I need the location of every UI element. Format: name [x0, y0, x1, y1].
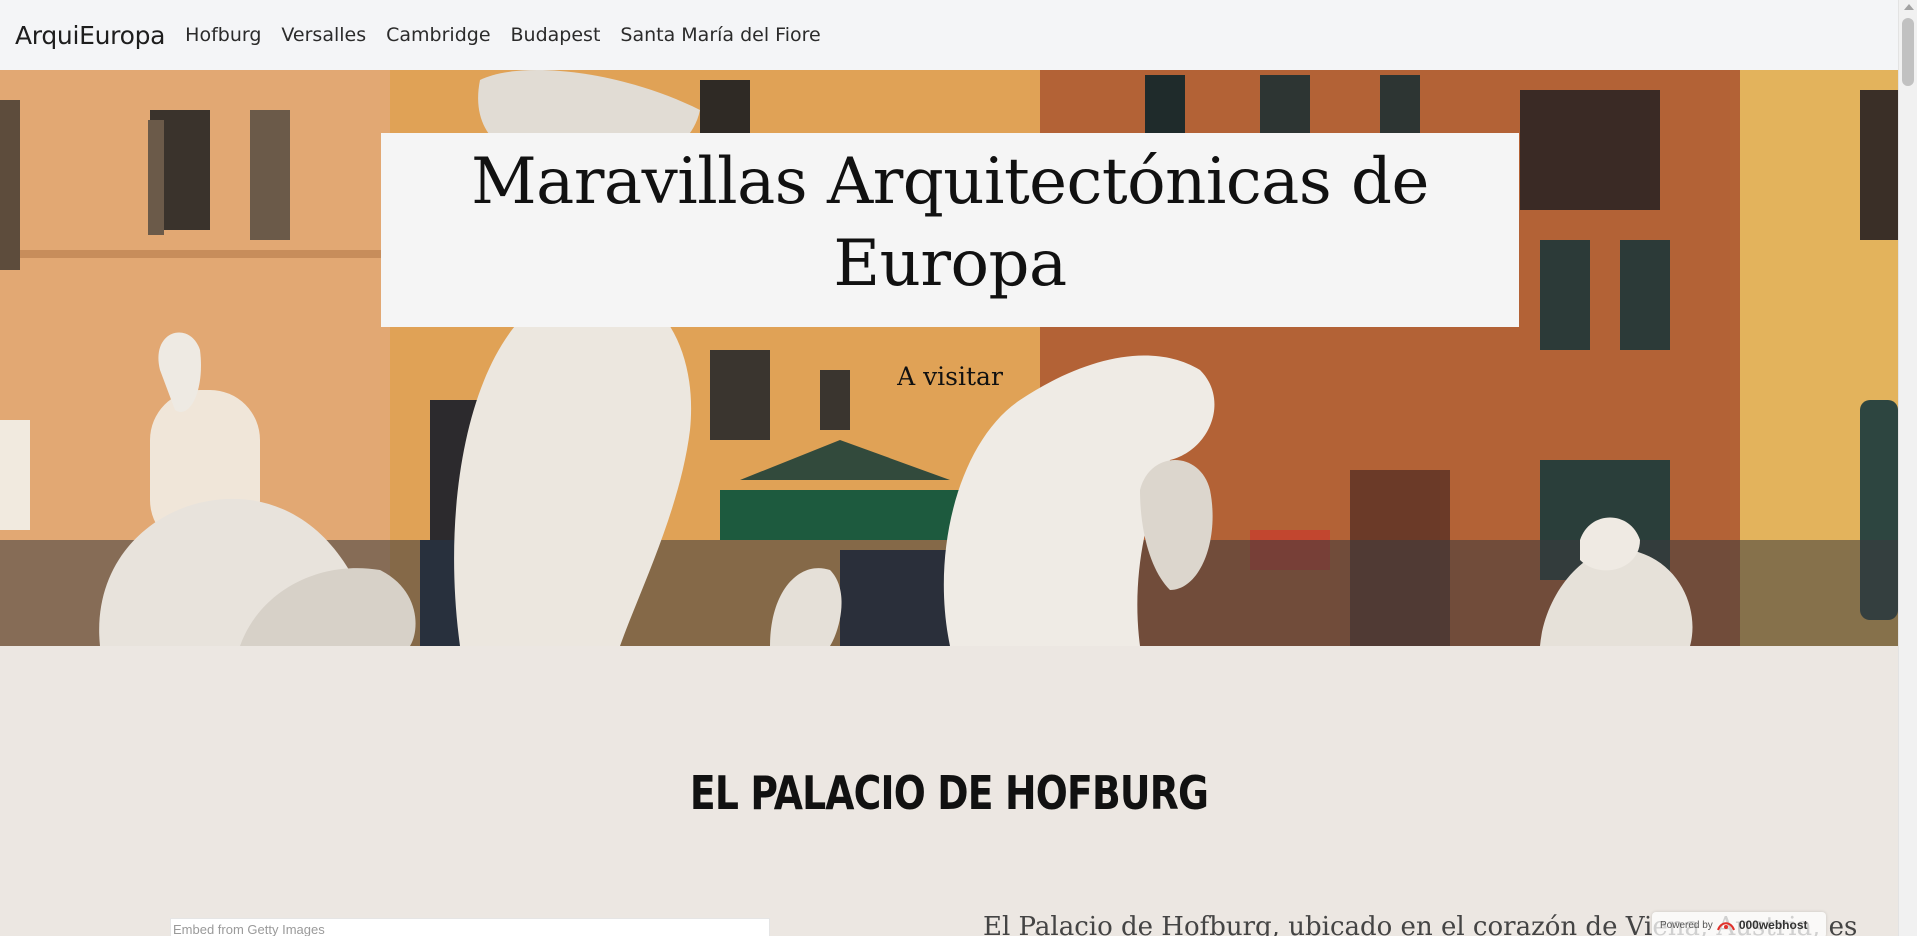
hero-title: Maravillas Arquitectónicas de Europa — [471, 145, 1429, 301]
navbar: ArquiEuropa Hofburg Versalles Cambridge … — [0, 0, 1898, 70]
webhost-brand: 000webhost — [1738, 918, 1808, 932]
brand-link[interactable]: ArquiEuropa — [15, 21, 165, 50]
powered-by-badge[interactable]: Powered by 000webhost — [1652, 912, 1826, 936]
webhost-logo-icon — [1716, 922, 1735, 931]
getty-embed[interactable]: Embed from Getty Images — [170, 918, 770, 936]
section-title: EL PALACIO DE HOFBURG — [689, 766, 1209, 820]
scrollbar[interactable] — [1898, 0, 1917, 936]
hero-subtitle: A visitar — [897, 362, 1003, 391]
hero-banner: Maravillas Arquitectónicas de Europa A v… — [0, 70, 1898, 646]
nav-link-santa-maria[interactable]: Santa María del Fiore — [620, 24, 820, 46]
nav-link-cambridge[interactable]: Cambridge — [386, 24, 490, 46]
scroll-up-arrow-icon[interactable] — [1904, 4, 1914, 10]
nav-link-versalles[interactable]: Versalles — [281, 24, 366, 46]
embed-label: Embed from Getty Images — [173, 922, 325, 936]
nav-link-hofburg[interactable]: Hofburg — [185, 24, 261, 46]
nav-link-budapest[interactable]: Budapest — [511, 24, 601, 46]
powered-by-label: Powered by — [1660, 919, 1713, 931]
scrollbar-thumb[interactable] — [1902, 18, 1914, 86]
hero-title-box: Maravillas Arquitectónicas de Europa A v… — [381, 133, 1519, 391]
